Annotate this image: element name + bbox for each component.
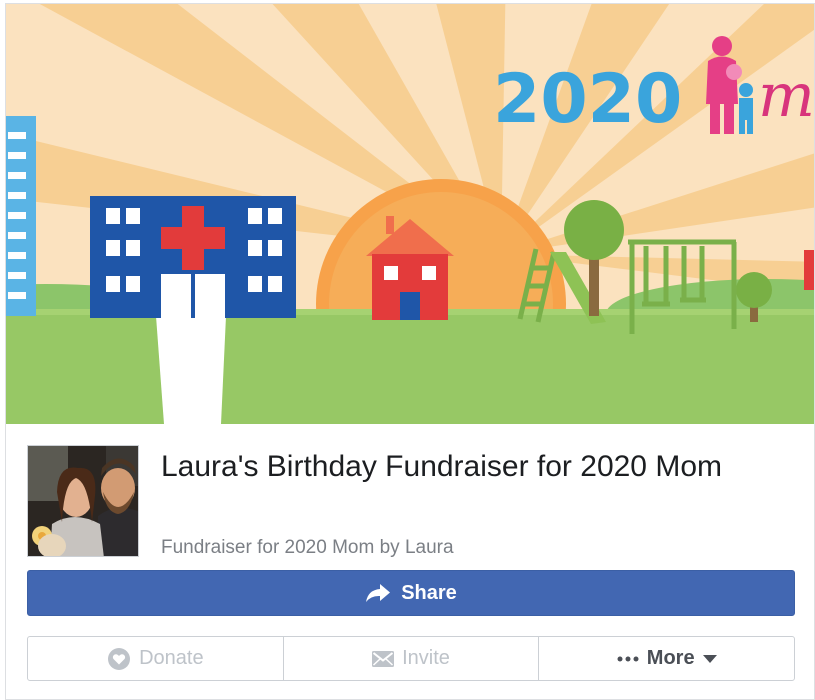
- more-label: More: [646, 647, 695, 669]
- profile-photo[interactable]: [27, 445, 139, 557]
- fundraiser-info: Laura's Birthday Fundraiser for 2020 Mom…: [6, 424, 814, 699]
- share-button-label: Share: [401, 581, 457, 604]
- brand-year-text: 2020: [493, 60, 682, 139]
- share-button[interactable]: Share: [27, 570, 795, 616]
- invite-button[interactable]: Invite: [282, 637, 539, 680]
- donate-label: Donate: [139, 647, 204, 669]
- cover-illustration: 2020 m: [6, 4, 815, 424]
- ellipsis-icon: [617, 656, 639, 662]
- envelope-icon: [372, 650, 395, 667]
- profile-photo-image: [28, 446, 138, 556]
- fundraiser-subtitle: Fundraiser for 2020 Mom by Laura: [161, 537, 454, 558]
- cover-photo[interactable]: 2020 m: [6, 4, 815, 424]
- donate-button[interactable]: Donate: [28, 637, 283, 680]
- invite-label: Invite: [402, 647, 450, 669]
- fundraiser-title[interactable]: Laura's Birthday Fundraiser for 2020 Mom: [161, 446, 781, 488]
- donate-heart-icon: [107, 647, 131, 671]
- brand-suffix-text: m: [758, 61, 815, 131]
- more-button[interactable]: More: [538, 637, 794, 680]
- action-bar: Donate Invite More: [27, 636, 795, 681]
- caret-down-icon: [702, 654, 717, 663]
- share-arrow-icon: [365, 583, 391, 603]
- fundraiser-card: 2020 m Laura's Birthday Fundraiser for 2…: [5, 3, 815, 700]
